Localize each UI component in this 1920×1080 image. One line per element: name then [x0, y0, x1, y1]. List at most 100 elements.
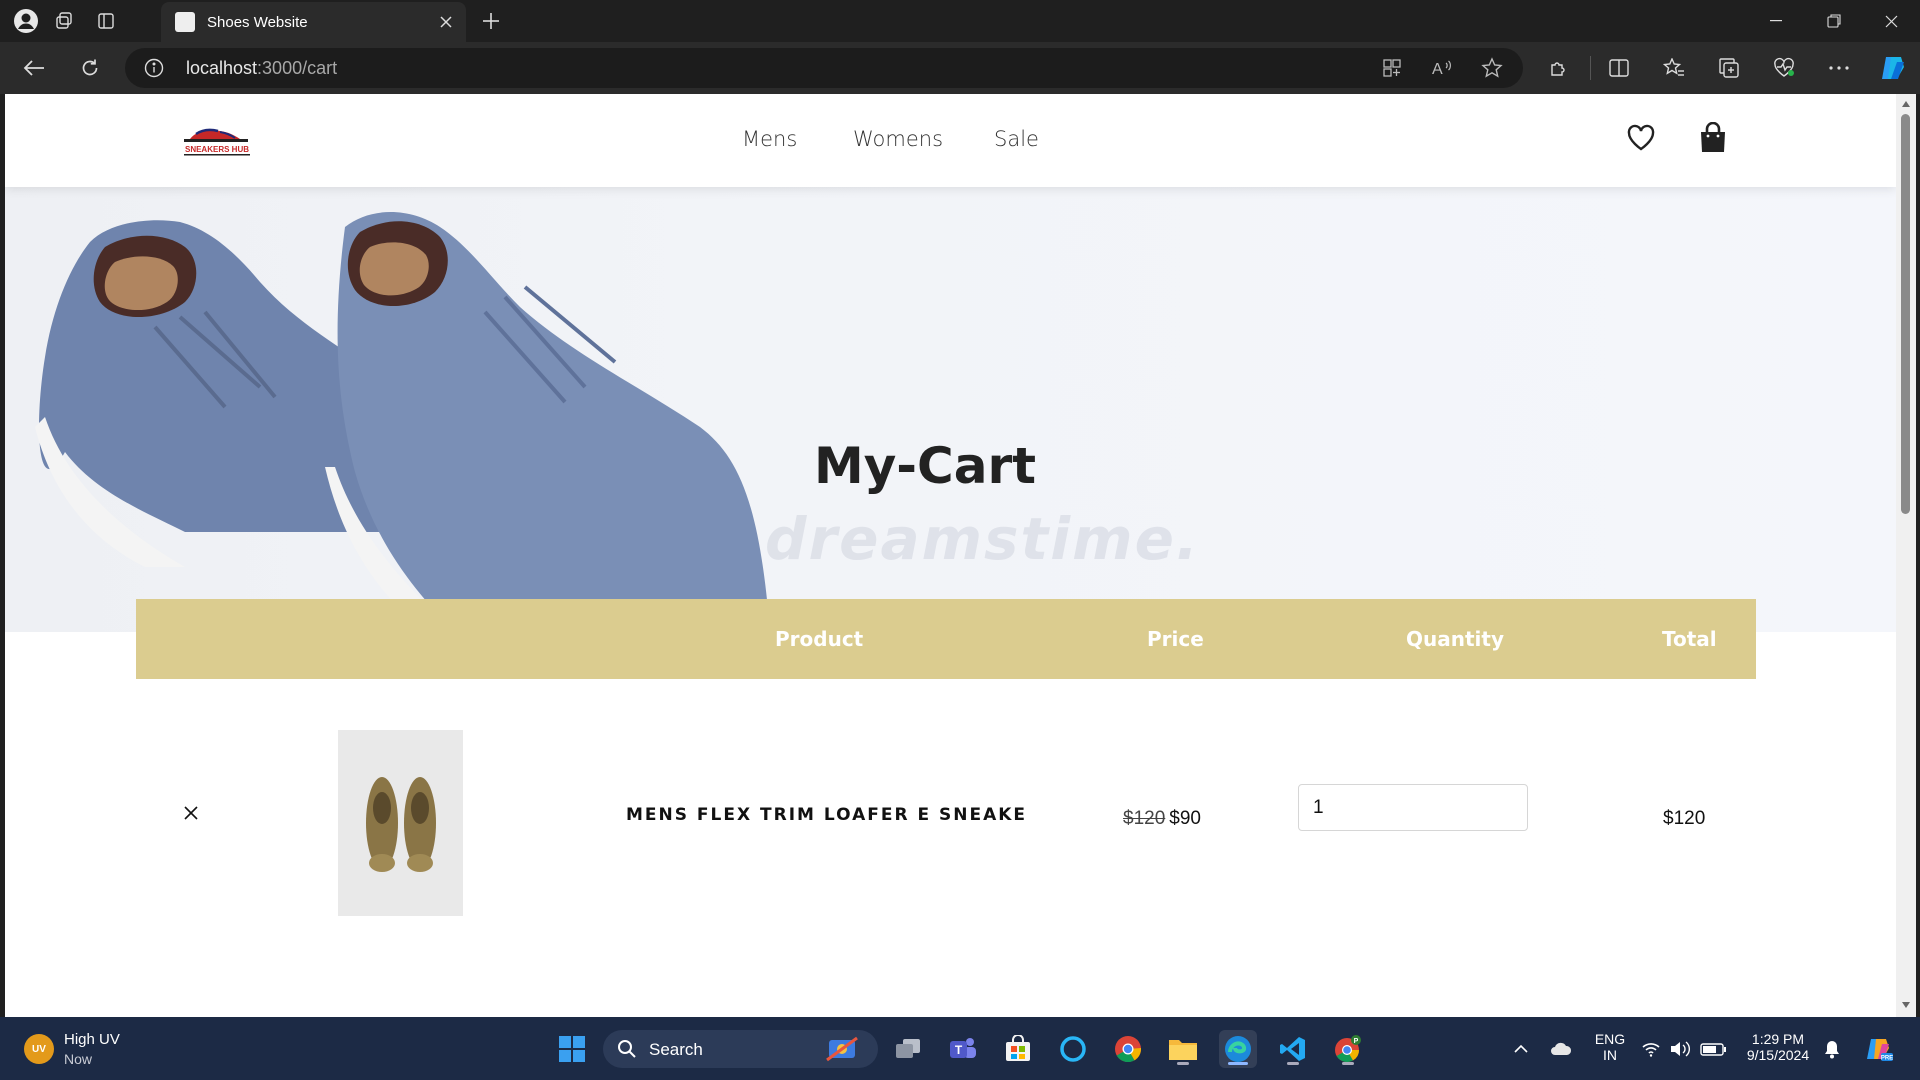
- browser-tab[interactable]: Shoes Website: [161, 2, 466, 42]
- volume-icon: [1671, 1041, 1690, 1057]
- browser-titlebar: Shoes Website: [0, 0, 1920, 42]
- more-options-icon[interactable]: [1824, 53, 1854, 83]
- language-code: ENG: [1594, 1031, 1626, 1047]
- toolbar-separator: [1590, 56, 1591, 80]
- product-thumbnail[interactable]: [338, 730, 463, 916]
- svg-text:T: T: [955, 1043, 963, 1057]
- tab-actions-icon[interactable]: [91, 6, 121, 36]
- start-windows-icon[interactable]: [553, 1030, 591, 1068]
- search-label: Search: [649, 1040, 703, 1059]
- battery-icon: [1700, 1043, 1726, 1056]
- original-price: $120: [1123, 808, 1166, 829]
- shopping-bag-icon[interactable]: [1696, 121, 1730, 155]
- running-indicator: [1177, 1062, 1189, 1065]
- hero-banner: dreamstime. My-Cart: [5, 187, 1896, 632]
- logo-text: SNEAKERS HUB: [185, 145, 249, 154]
- tab-favicon-icon: [175, 12, 195, 32]
- address-url[interactable]: localhost:3000/cart: [186, 58, 337, 79]
- svg-text:PRE: PRE: [1881, 1056, 1893, 1062]
- header-product: Product: [775, 627, 864, 651]
- svg-text:A: A: [1432, 61, 1443, 78]
- clock[interactable]: 1:29 PM 9/15/2024: [1738, 1031, 1818, 1063]
- line-total: $120: [1663, 808, 1706, 829]
- teams-icon[interactable]: T: [944, 1030, 982, 1068]
- new-tab-icon[interactable]: [476, 6, 506, 36]
- nav-womens[interactable]: Womens: [853, 127, 943, 151]
- close-icon: [184, 806, 198, 820]
- language-indicator[interactable]: ENG IN: [1593, 1031, 1627, 1063]
- read-aloud-icon[interactable]: A: [1430, 56, 1454, 80]
- wifi-icon: [1642, 1043, 1660, 1057]
- browser-essentials-icon[interactable]: [1769, 53, 1799, 83]
- address-path: :3000/cart: [257, 58, 338, 78]
- page-title: My-Cart: [813, 437, 1037, 495]
- header-price: Price: [1147, 627, 1204, 651]
- copilot-icon[interactable]: [1877, 52, 1909, 84]
- weather-uv-icon[interactable]: UV: [24, 1034, 54, 1064]
- minimize-icon[interactable]: [1747, 0, 1805, 42]
- workspaces-icon[interactable]: [49, 6, 79, 36]
- vscode-icon[interactable]: [1274, 1030, 1312, 1068]
- task-view-icon[interactable]: [889, 1030, 927, 1068]
- tab-title: Shoes Website: [207, 13, 308, 31]
- product-price: $120 $90: [1123, 808, 1201, 830]
- profile-icon[interactable]: [11, 6, 41, 36]
- favorite-star-icon[interactable]: [1480, 56, 1504, 80]
- extensions-icon[interactable]: [1544, 53, 1574, 83]
- split-screen-icon[interactable]: [1604, 53, 1634, 83]
- weather-title[interactable]: High UV: [64, 1031, 120, 1048]
- edge-icon[interactable]: [1219, 1030, 1257, 1068]
- running-indicator: [1342, 1062, 1354, 1065]
- collections-icon[interactable]: [1714, 53, 1744, 83]
- sale-price: $90: [1169, 808, 1201, 829]
- site-logo[interactable]: SNEAKERS HUB: [161, 100, 273, 182]
- wishlist-heart-icon[interactable]: [1624, 121, 1658, 155]
- product-name[interactable]: MENS FLEX TRIM LOAFER E SNEAKE: [626, 805, 1027, 825]
- page-scrollbar[interactable]: [1896, 94, 1916, 1017]
- svg-text:P: P: [1354, 1038, 1359, 1045]
- show-hidden-icons-icon[interactable]: [1502, 1030, 1540, 1068]
- cart-table-header: Product Price Quantity Total: [136, 599, 1756, 679]
- weather-subtitle: Now: [64, 1051, 93, 1067]
- onedrive-icon[interactable]: [1542, 1030, 1580, 1068]
- quantity-input[interactable]: [1298, 784, 1528, 831]
- chrome-icon[interactable]: [1109, 1030, 1147, 1068]
- file-explorer-icon[interactable]: [1164, 1030, 1202, 1068]
- header-total: Total: [1662, 627, 1717, 651]
- hero-watermark: dreamstime.: [765, 505, 1200, 573]
- scroll-down-icon[interactable]: [1899, 998, 1913, 1012]
- close-window-icon[interactable]: [1862, 0, 1920, 42]
- scrollbar-thumb[interactable]: [1901, 114, 1910, 514]
- favorites-icon[interactable]: [1659, 53, 1689, 83]
- back-icon[interactable]: [19, 53, 49, 83]
- cortana-icon[interactable]: [1054, 1030, 1092, 1068]
- hero-shoes-image: [35, 212, 770, 632]
- site-header: SNEAKERS HUB Mens Womens Sale: [5, 94, 1896, 187]
- restore-icon[interactable]: [1805, 0, 1863, 42]
- windows-taskbar: UV High UV Now Search T P ENG IN 1:29 PM…: [0, 1017, 1920, 1080]
- notification-bell-icon[interactable]: [1817, 1030, 1847, 1068]
- header-quantity: Quantity: [1406, 627, 1504, 651]
- clock-time: 1:29 PM: [1751, 1031, 1805, 1047]
- search-highlight-icon: [826, 1036, 858, 1062]
- language-region: IN: [1603, 1047, 1617, 1063]
- taskbar-search[interactable]: Search: [603, 1030, 878, 1068]
- nav-mens[interactable]: Mens: [742, 127, 797, 151]
- address-host: localhost: [186, 58, 258, 78]
- address-bar[interactable]: localhost:3000/cart A: [125, 48, 1523, 88]
- nav-sale[interactable]: Sale: [994, 127, 1039, 151]
- remove-item-button[interactable]: [176, 798, 206, 828]
- system-status-tray[interactable]: [1636, 1030, 1734, 1068]
- app-available-icon[interactable]: [1380, 56, 1404, 80]
- tab-close-icon[interactable]: [432, 8, 460, 36]
- running-indicator: [1287, 1062, 1299, 1065]
- clock-date: 9/15/2024: [1746, 1047, 1810, 1063]
- site-info-icon[interactable]: [143, 57, 165, 79]
- chrome-profile-icon[interactable]: P: [1329, 1030, 1367, 1068]
- microsoft-store-icon[interactable]: [999, 1030, 1037, 1068]
- cart-item-row: MENS FLEX TRIM LOAFER E SNEAKE $120$90 $…: [136, 730, 1756, 920]
- scroll-up-icon[interactable]: [1899, 97, 1913, 111]
- active-indicator: [1228, 1062, 1248, 1065]
- refresh-icon[interactable]: [75, 53, 105, 83]
- copilot-taskbar-icon[interactable]: PRE: [1860, 1030, 1898, 1068]
